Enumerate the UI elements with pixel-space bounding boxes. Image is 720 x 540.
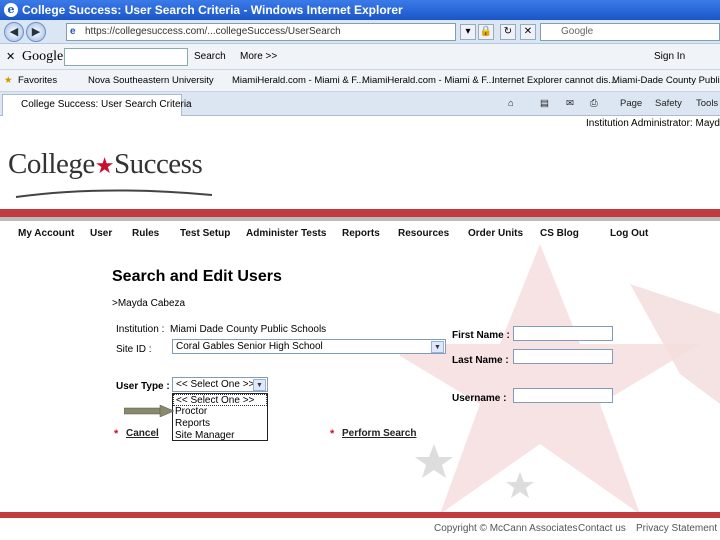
logo-swoosh <box>15 189 213 198</box>
browser-search-input[interactable]: Google <box>540 23 720 41</box>
chevron-down-icon: ▼ <box>253 379 266 391</box>
user-type-select[interactable]: << Select One >> ▼ <box>172 377 268 392</box>
url-input[interactable]: e https://collegesuccess.com/...collegeS… <box>66 23 456 41</box>
dropdown-arrow-icon[interactable]: ▾ <box>460 24 476 40</box>
first-name-label: First Name : <box>452 330 510 341</box>
browser-tab[interactable]: College Success: User Search Criteria <box>2 94 192 116</box>
google-more-button[interactable]: More >> <box>240 51 277 62</box>
google-toolbar-search-input[interactable] <box>64 48 188 66</box>
chevron-down-icon: ▼ <box>431 341 444 353</box>
url-text: https://collegesuccess.com/...collegeSuc… <box>85 26 341 37</box>
cancel-asterisk-icon: * <box>114 428 119 440</box>
back-button[interactable]: ◀ <box>4 22 24 42</box>
browser-search-placeholder: Google <box>561 26 594 37</box>
logo-star-icon: ★ <box>94 153 115 178</box>
nav-my-account[interactable]: My Account <box>18 228 74 239</box>
favorite-item-miamiherald-1[interactable]: MiamiHerald.com - Miami & F... <box>232 75 364 86</box>
favorites-bar: ★ Favorites Nova Southeastern University… <box>0 70 720 92</box>
footer: Copyright © McCann Associates Contact us… <box>0 518 720 540</box>
page-icon: e <box>70 26 76 37</box>
nav-order-units[interactable]: Order Units <box>468 228 523 239</box>
home-icon[interactable]: ⌂ <box>508 98 514 109</box>
close-toolbar-icon[interactable]: ✕ <box>6 50 15 63</box>
favorite-item-mdcps[interactable]: Miami-Dade County Public S <box>612 75 720 86</box>
header-red-bar <box>0 209 720 217</box>
stop-icon[interactable]: ✕ <box>520 24 536 40</box>
username-input[interactable] <box>513 388 613 403</box>
google-toolbar: ✕ Google Search More >> Sign In <box>0 44 720 70</box>
first-name-input[interactable] <box>513 326 613 341</box>
site-id-value: Coral Gables Senior High School <box>176 341 323 352</box>
nav-user[interactable]: User <box>90 228 112 239</box>
user-type-option-reports[interactable]: Reports <box>173 418 267 430</box>
page-title: Search and Edit Users <box>112 268 282 285</box>
institution-admin-header: Institution Administrator: Mayda C <box>586 118 720 129</box>
google-logo: Google <box>22 49 64 64</box>
header-gray-bar <box>0 217 720 221</box>
nav-test-setup[interactable]: Test Setup <box>180 228 230 239</box>
forward-button[interactable]: ▶ <box>26 22 46 42</box>
nav-resources[interactable]: Resources <box>398 228 449 239</box>
lock-icon[interactable]: 🔒 <box>478 24 494 40</box>
nav-rules[interactable]: Rules <box>132 228 159 239</box>
tools-menu[interactable]: Tools <box>696 98 718 109</box>
favorites-star-icon: ★ <box>4 75 13 86</box>
feeds-icon[interactable]: ▤ <box>540 98 549 109</box>
last-name-input[interactable] <box>513 349 613 364</box>
institution-value: Miami Dade County Public Schools <box>170 324 327 335</box>
user-type-dropdown-list: << Select One >> Proctor Reports Site Ma… <box>172 393 268 441</box>
user-type-value: << Select One >> <box>176 379 255 390</box>
window-title: College Success: User Search Criteria - … <box>22 3 403 17</box>
footer-copyright: Copyright © McCann Associates <box>434 523 578 534</box>
favorite-item-nova[interactable]: Nova Southeastern University <box>88 75 214 86</box>
perform-search-link[interactable]: Perform Search <box>342 428 416 439</box>
footer-privacy-link[interactable]: Privacy Statement <box>636 523 717 534</box>
user-type-option-site-manager[interactable]: Site Manager <box>173 430 267 442</box>
ie-logo-icon: e <box>4 3 18 17</box>
nav-administer-tests[interactable]: Administer Tests <box>246 228 326 239</box>
main-nav: My Account User Rules Test Setup Adminis… <box>0 224 720 244</box>
tab-bar: College Success: User Search Criteria ⌂ … <box>0 92 720 116</box>
google-sign-in-link[interactable]: Sign In <box>654 51 685 62</box>
site-id-select[interactable]: Coral Gables Senior High School ▼ <box>172 339 446 354</box>
footer-contact-link[interactable]: Contact us <box>578 523 626 534</box>
google-search-button[interactable]: Search <box>194 51 226 62</box>
pointer-arrow-icon <box>124 405 174 417</box>
logo-text-right: Success <box>113 148 203 180</box>
last-name-label: Last Name : <box>452 355 509 366</box>
username-label: Username : <box>452 393 507 404</box>
print-icon[interactable]: ⎙ <box>590 98 598 109</box>
college-success-logo: College★Success <box>8 148 203 181</box>
safety-menu[interactable]: Safety <box>655 98 682 109</box>
address-bar-row: ◀ ▶ e https://collegesuccess.com/...coll… <box>0 20 720 44</box>
search-asterisk-icon: * <box>330 428 335 440</box>
user-type-option-select-one[interactable]: << Select One >> <box>173 394 267 406</box>
tab-label: College Success: User Search Criteria <box>21 99 192 110</box>
refresh-icon[interactable]: ↻ <box>500 24 516 40</box>
institution-label: Institution : <box>116 324 165 335</box>
page-menu[interactable]: Page <box>620 98 642 109</box>
user-type-label: User Type : <box>116 381 170 392</box>
favorite-item-miamiherald-2[interactable]: MiamiHerald.com - Miami & F... <box>362 75 494 86</box>
logo-text-left: College <box>8 148 95 180</box>
window-titlebar: e College Success: User Search Criteria … <box>0 0 720 20</box>
breadcrumb[interactable]: >Mayda Cabeza <box>112 298 185 309</box>
favorites-button[interactable]: Favorites <box>18 75 57 86</box>
mail-icon[interactable]: ✉ <box>566 98 574 109</box>
favorite-item-ie-error[interactable]: Internet Explorer cannot dis... <box>492 75 616 86</box>
nav-reports[interactable]: Reports <box>342 228 380 239</box>
user-type-option-proctor[interactable]: Proctor <box>173 406 267 418</box>
background-star-watermark <box>400 244 720 514</box>
nav-log-out[interactable]: Log Out <box>610 228 648 239</box>
cancel-link[interactable]: Cancel <box>126 428 159 439</box>
nav-cs-blog[interactable]: CS Blog <box>540 228 579 239</box>
site-id-label: Site ID : <box>116 344 152 355</box>
